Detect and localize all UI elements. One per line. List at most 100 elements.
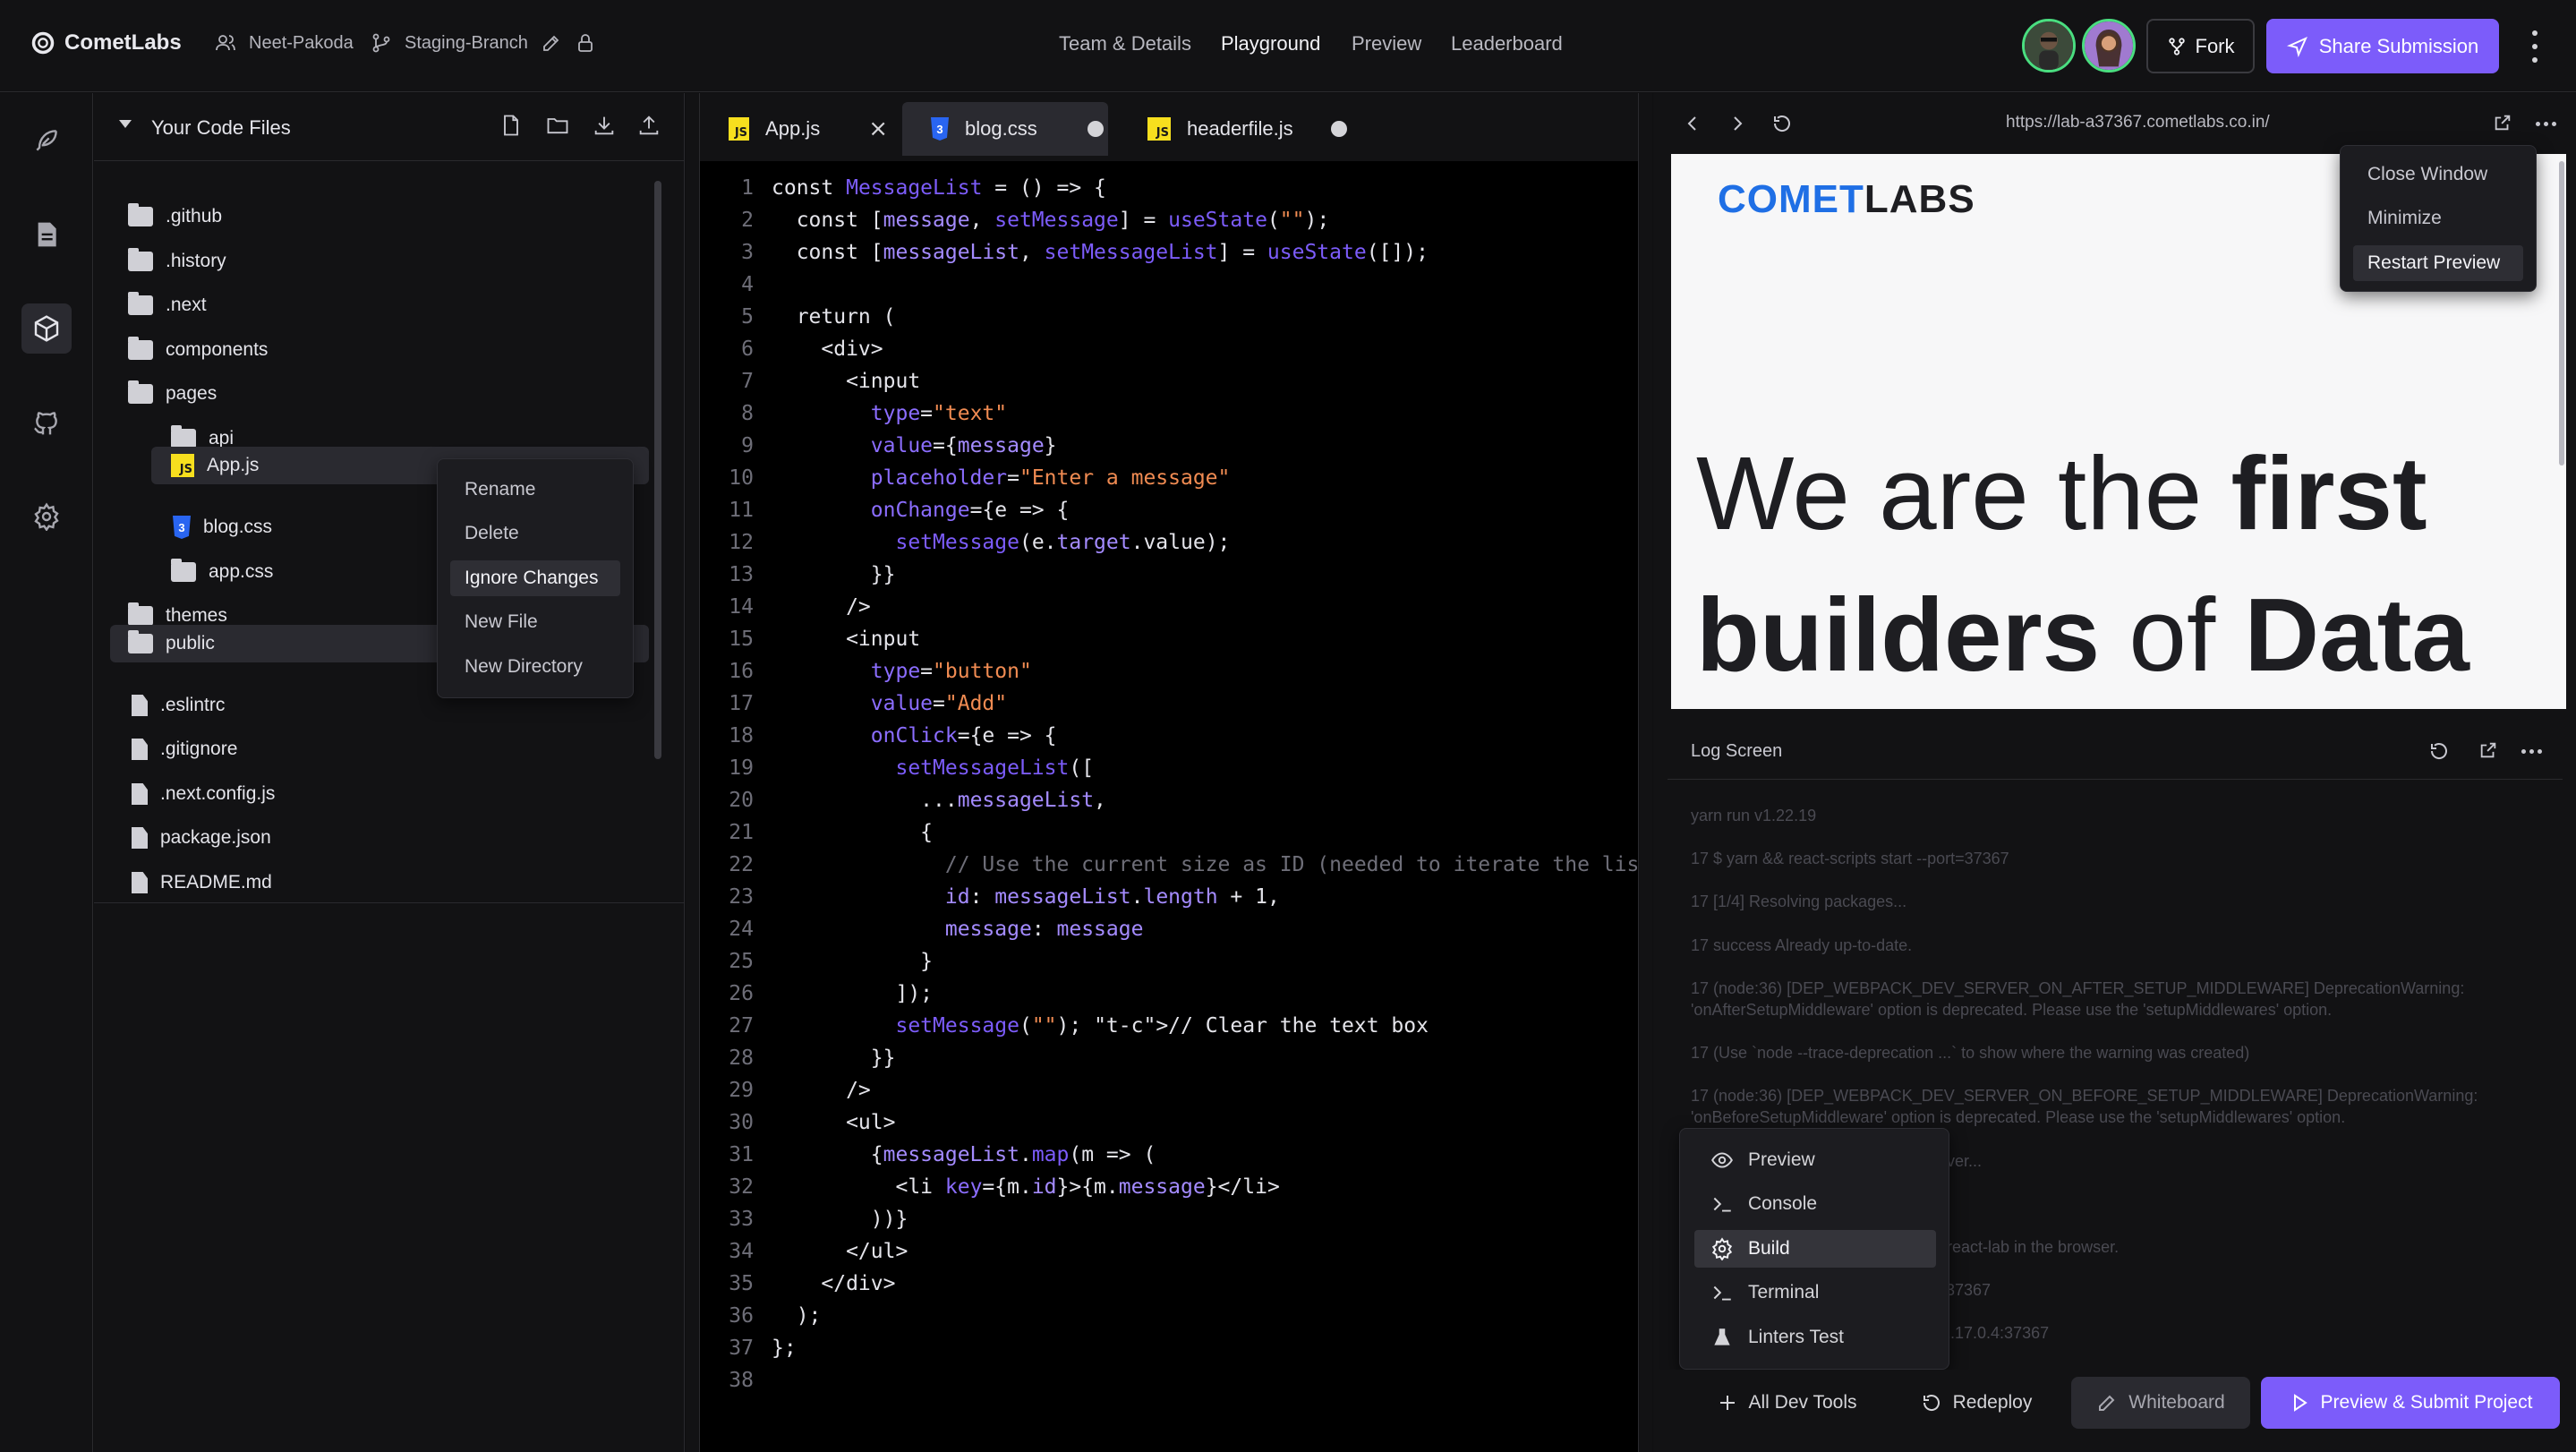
code-line[interactable]: }: [772, 947, 933, 977]
code-line[interactable]: ...messageList,: [772, 786, 1106, 816]
preview-submit-button[interactable]: Preview & Submit Project: [2261, 1377, 2560, 1429]
menu-ignore-changes[interactable]: Ignore Changes: [450, 560, 620, 596]
code-line[interactable]: value={message}: [772, 431, 1057, 461]
cube-icon[interactable]: [21, 303, 72, 354]
whiteboard-button[interactable]: Whiteboard: [2071, 1377, 2250, 1429]
code-line[interactable]: {messageList.map(m => (: [772, 1140, 1156, 1170]
code-line[interactable]: type="text": [772, 399, 1007, 429]
explorer-scrollbar[interactable]: [654, 181, 661, 759]
tree-folder-pages[interactable]: pages: [128, 376, 217, 412]
code-line[interactable]: type="button": [772, 657, 1032, 687]
nav-leaderboard[interactable]: Leaderboard: [1451, 32, 1563, 56]
menu-delete[interactable]: Delete: [450, 516, 620, 551]
tree-file-readme[interactable]: README.md: [132, 865, 272, 901]
menu-new-directory[interactable]: New Directory: [450, 649, 620, 685]
collapse-caret-icon[interactable]: [119, 120, 132, 128]
code-line[interactable]: <ul>: [772, 1108, 895, 1138]
redeploy-button[interactable]: Redeploy: [1905, 1377, 2048, 1429]
menu-restart-preview[interactable]: Restart Preview: [2353, 245, 2523, 281]
tab-blog-css[interactable]: 3 blog.css: [902, 102, 1108, 156]
code-line[interactable]: </ul>: [772, 1237, 908, 1267]
code-line[interactable]: {: [772, 818, 933, 848]
open-external-icon[interactable]: [2478, 740, 2498, 760]
code-line[interactable]: value="Add": [772, 689, 1007, 719]
devtool-console[interactable]: Console: [1694, 1185, 1936, 1223]
avatar[interactable]: [2082, 19, 2136, 73]
code-line[interactable]: <div>: [772, 335, 883, 364]
refresh-icon[interactable]: [2428, 740, 2450, 762]
log-more-icon[interactable]: [2521, 749, 2542, 754]
forward-icon[interactable]: [1727, 113, 1748, 134]
tab-headerfile-js[interactable]: JS headerfile.js: [1119, 102, 1352, 156]
unsaved-dot-icon[interactable]: [1087, 121, 1104, 137]
code-line[interactable]: const [message, setMessage] = useState("…: [772, 206, 1330, 235]
lock-icon[interactable]: [575, 32, 596, 54]
nav-preview[interactable]: Preview: [1352, 32, 1421, 56]
branch-crumb[interactable]: Staging-Branch: [371, 32, 596, 54]
preview-vscrollbar[interactable]: [2559, 161, 2564, 465]
fork-button[interactable]: Fork: [2146, 19, 2255, 73]
code-line[interactable]: />: [772, 593, 871, 622]
settings-icon[interactable]: [21, 491, 72, 542]
upload-icon[interactable]: [636, 113, 665, 141]
code-line[interactable]: setMessage(e.target.value);: [772, 528, 1230, 558]
code-line[interactable]: );: [772, 1302, 822, 1331]
tree-folder-app-css[interactable]: app.css: [171, 554, 273, 590]
close-icon[interactable]: ×: [868, 115, 888, 142]
tree-file-gitignore[interactable]: .gitignore: [132, 731, 237, 767]
tree-folder-next[interactable]: .next: [128, 287, 207, 323]
unsaved-dot-icon[interactable]: [1330, 121, 1347, 137]
code-line[interactable]: ]);: [772, 979, 933, 1009]
reload-icon[interactable]: [1771, 113, 1793, 134]
nav-team-details[interactable]: Team & Details: [1059, 32, 1191, 56]
menu-close-window[interactable]: Close Window: [2353, 157, 2523, 192]
share-submission-button[interactable]: Share Submission: [2266, 19, 2499, 73]
code-line[interactable]: onChange={e => {: [772, 496, 1070, 525]
devtool-build[interactable]: Build: [1694, 1230, 1936, 1268]
devtool-terminal[interactable]: Terminal: [1694, 1274, 1936, 1311]
feather-icon[interactable]: [21, 115, 72, 166]
more-menu-icon[interactable]: [2526, 30, 2544, 63]
tab-app-js[interactable]: JS App.js ×: [700, 102, 888, 156]
document-icon[interactable]: [21, 209, 72, 260]
all-dev-tools-button[interactable]: All Dev Tools: [1706, 1377, 1867, 1429]
app-logo[interactable]: CometLabs: [30, 30, 182, 56]
edit-icon[interactable]: [541, 32, 562, 54]
new-folder-icon[interactable]: [545, 113, 574, 141]
github-icon[interactable]: [21, 397, 72, 448]
tree-file-next-config[interactable]: .next.config.js: [132, 776, 275, 812]
code-line[interactable]: return (: [772, 303, 896, 332]
menu-new-file[interactable]: New File: [450, 604, 620, 640]
back-icon[interactable]: [1682, 113, 1703, 134]
window-more-icon[interactable]: [2536, 122, 2556, 126]
tree-file-blog-css[interactable]: 3 blog.css: [173, 509, 272, 545]
code-line[interactable]: <input: [772, 625, 920, 654]
tree-file-eslintrc[interactable]: .eslintrc: [132, 688, 225, 723]
code-line[interactable]: }}: [772, 1044, 896, 1073]
code-line[interactable]: const MessageList = () => {: [772, 174, 1106, 203]
code-line[interactable]: <input: [772, 367, 920, 397]
tree-folder-components[interactable]: components: [128, 332, 268, 368]
code-line[interactable]: // Use the current size as ID (needed to…: [772, 850, 1738, 880]
code-line[interactable]: ))}: [772, 1205, 908, 1234]
code-line[interactable]: };: [772, 1334, 797, 1363]
new-file-icon[interactable]: [499, 113, 527, 141]
devtool-preview[interactable]: Preview: [1694, 1141, 1936, 1179]
open-external-icon[interactable]: [2493, 113, 2512, 132]
code-line[interactable]: </div>: [772, 1269, 895, 1299]
code-line[interactable]: />: [772, 1076, 871, 1106]
nav-playground[interactable]: Playground: [1221, 32, 1320, 56]
menu-rename[interactable]: Rename: [450, 472, 620, 508]
code-line[interactable]: <li key={m.id}>{m.message}</li>: [772, 1173, 1279, 1202]
tree-folder-history[interactable]: .history: [128, 243, 226, 279]
devtool-linters-test[interactable]: Linters Test: [1694, 1319, 1936, 1356]
tree-folder-github[interactable]: .github: [128, 199, 222, 235]
code-line[interactable]: const [messageList, setMessageList] = us…: [772, 238, 1429, 268]
code-line[interactable]: id: messageList.length + 1,: [772, 883, 1280, 912]
code-line[interactable]: onClick={e => {: [772, 722, 1057, 751]
download-icon[interactable]: [592, 113, 620, 141]
menu-minimize[interactable]: Minimize: [2353, 201, 2523, 236]
tree-file-package-json[interactable]: package.json: [132, 820, 271, 856]
code-line[interactable]: placeholder="Enter a message": [772, 464, 1231, 493]
code-line[interactable]: setMessage(""); "t-c">// Clear the text …: [772, 1012, 1428, 1041]
